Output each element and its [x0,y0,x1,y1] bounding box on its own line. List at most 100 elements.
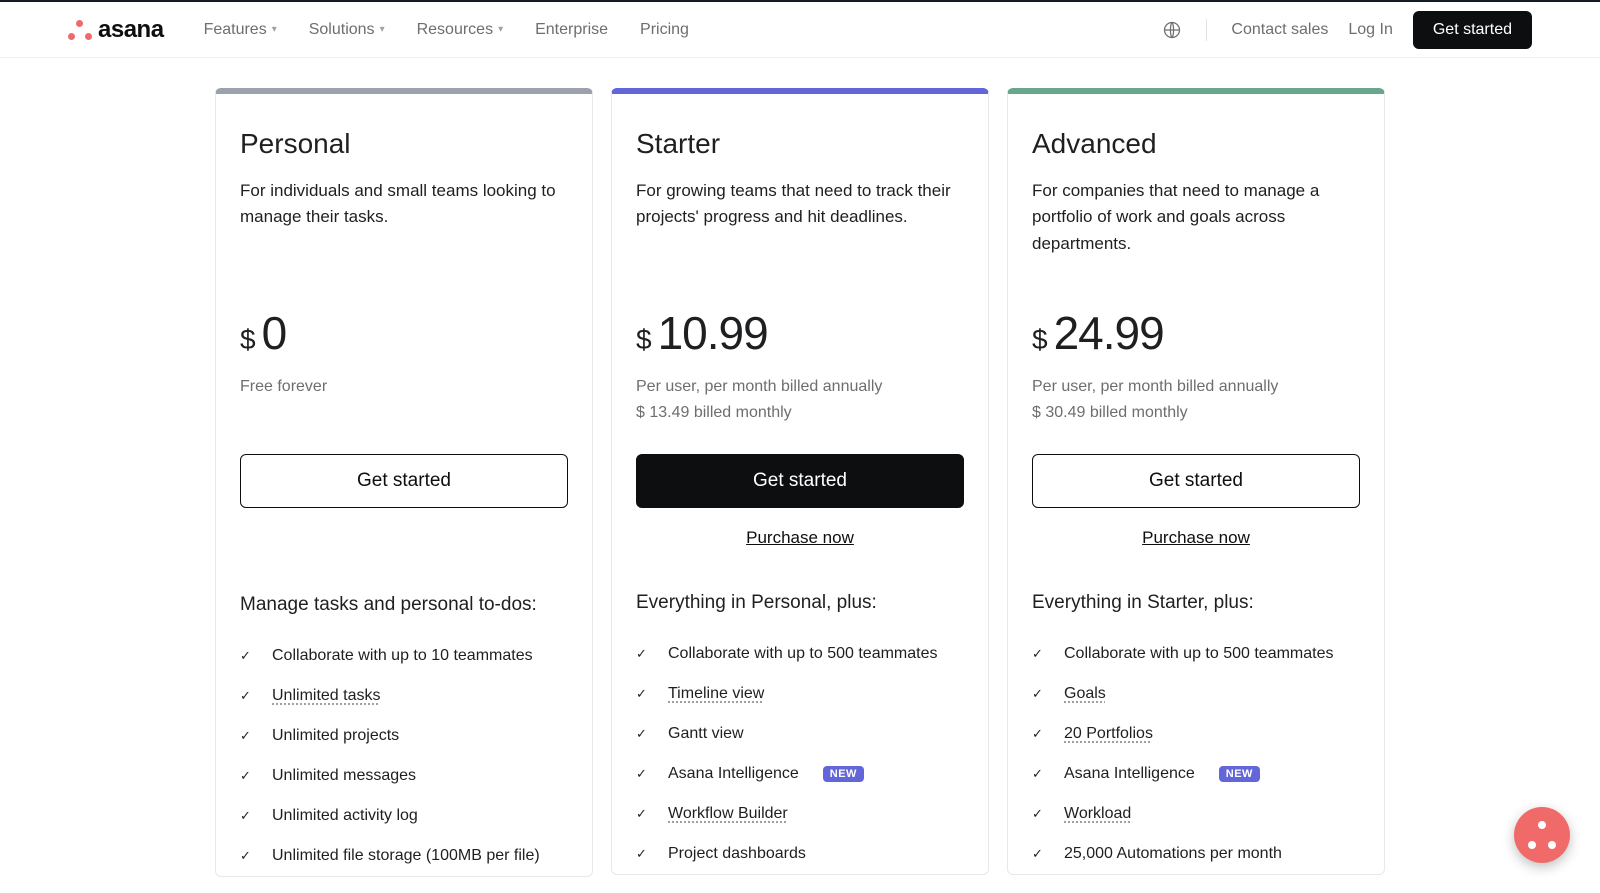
price-note: Per user, per month billed annually $ 30… [1032,374,1360,426]
get-started-nav-button[interactable]: Get started [1413,11,1532,49]
tier-price: $ 24.99 [1032,306,1360,360]
feature-item: ✓Unlimited file storage (100MB per file) [240,836,568,876]
feature-list-advanced: ✓ Collaborate with up to 500 teammates ✓ Go… [1032,634,1360,874]
spacer [240,508,568,550]
price-note-line2: $ 13.49 billed monthly [636,400,964,426]
feature-text: Unlimited messages [272,767,416,785]
feature-text: Collaborate with up to 10 teammates [272,647,533,665]
logo[interactable]: asana [68,16,164,44]
feature-item: ✓Project dashboards [636,834,964,874]
get-started-button-advanced[interactable]: Get started [1032,454,1360,508]
asana-logo-icon [68,18,92,42]
check-icon: ✓ [636,686,650,702]
check-icon: ✓ [1032,766,1046,782]
feature-text: Goals [1064,685,1106,703]
nav-resources[interactable]: Resources ▾ [417,21,504,39]
price-amount: 10.99 [658,306,768,360]
feature-list-starter: ✓ Collaborate with up to 500 teammates ✓ Ti… [636,634,964,874]
check-icon: ✓ [1032,806,1046,822]
currency-symbol: $ [240,324,256,356]
chevron-down-icon: ▾ [380,24,385,35]
price-note: Free forever [240,374,568,426]
feature-item: ✓ Unlimited messages [240,756,568,796]
feature-text: Collaborate with up to 500 teammates [1064,645,1333,663]
login-link[interactable]: Log In [1348,21,1392,39]
check-icon: ✓ [636,806,650,822]
purchase-now-link-starter[interactable]: Purchase now [636,528,964,548]
tier-description: For growing teams that need to track the… [636,178,964,258]
currency-symbol: $ [1032,324,1048,356]
get-started-button-personal[interactable]: Get started [240,454,568,508]
check-icon: ✓ [636,766,650,782]
chevron-down-icon: ▾ [272,24,277,35]
feature-item: ✓Unlimited tasks [240,676,568,716]
help-fab-button[interactable] [1514,807,1570,863]
price-note: Per user, per month billed annually $ 13… [636,374,964,426]
check-icon: ✓ [1032,646,1046,662]
feature-item: ✓ Workflow Builder [636,794,964,834]
tier-price: $ 0 [240,306,568,360]
nav-label: Enterprise [535,21,608,39]
feature-heading: Manage tasks and personal to-dos: [240,594,568,616]
feature-item: ✓Asana IntelligenceNEW [636,754,964,794]
price-note-line2: $ 30.49 billed monthly [1032,400,1360,426]
chevron-down-icon: ▾ [498,24,503,35]
check-icon: ✓ [636,846,650,862]
check-icon: ✓ [240,768,254,784]
nav-label: Pricing [640,21,689,39]
price-amount: 0 [262,306,287,360]
price-note-line1: Per user, per month billed annually [1032,374,1360,400]
new-badge: NEW [823,766,864,782]
tier-price: $ 10.99 [636,306,964,360]
feature-item: ✓Unlimited projects [240,716,568,756]
feature-text: 20 Portfolios [1064,725,1153,743]
feature-text: Workflow Builder [668,805,788,823]
tier-name: Advanced [1032,128,1360,160]
feature-text: Unlimited tasks [272,687,380,705]
check-icon: ✓ [240,848,254,864]
feature-heading: Everything in Starter, plus: [1032,592,1360,614]
price-note-line1: Free forever [240,374,568,400]
nav-links: Features ▾ Solutions ▾ Resources ▾ Enter… [204,21,689,39]
feature-text: Collaborate with up to 500 teammates [668,645,937,663]
feature-text: Unlimited projects [272,727,399,745]
new-badge: NEW [1219,766,1260,782]
tier-card-personal: Personal For individuals and small teams… [215,88,593,877]
check-icon: ✓ [1032,686,1046,702]
feature-text: Timeline view [668,685,764,703]
feature-item: ✓ Goals [1032,674,1360,714]
nav-label: Features [204,21,267,39]
feature-text: Gantt view [668,725,744,743]
feature-item: ✓Asana IntelligenceNEW [1032,754,1360,794]
feature-item: ✓ Collaborate with up to 500 teammates [636,634,964,674]
get-started-button-starter[interactable]: Get started [636,454,964,508]
check-icon: ✓ [1032,726,1046,742]
tier-card-advanced: Advanced For companies that need to mana… [1007,88,1385,875]
feature-item: ✓ Workload [1032,794,1360,834]
feature-item: ✓ 20 Portfolios [1032,714,1360,754]
purchase-now-link-advanced[interactable]: Purchase now [1032,528,1360,548]
check-icon: ✓ [636,646,650,662]
tier-name: Personal [240,128,568,160]
check-icon: ✓ [240,808,254,824]
globe-icon[interactable] [1162,20,1182,40]
contact-sales-link[interactable]: Contact sales [1231,21,1328,39]
nav-label: Resources [417,21,493,39]
nav-solutions[interactable]: Solutions ▾ [309,21,385,39]
feature-heading: Everything in Personal, plus: [636,592,964,614]
check-icon: ✓ [1032,846,1046,862]
logo-text: asana [98,16,164,44]
feature-text: 25,000 Automations per month [1064,845,1282,863]
nav-features[interactable]: Features ▾ [204,21,277,39]
nav-right: Contact sales Log In Get started [1162,11,1532,49]
check-icon: ✓ [636,726,650,742]
nav-enterprise[interactable]: Enterprise [535,21,608,39]
tier-name: Starter [636,128,964,160]
divider [1206,19,1207,41]
feature-text: Workload [1064,805,1131,823]
feature-item: ✓ 25,000 Automations per month [1032,834,1360,874]
currency-symbol: $ [636,324,652,356]
nav-pricing[interactable]: Pricing [640,21,689,39]
feature-text: Unlimited activity log [272,807,418,825]
feature-item: ✓ Unlimited activity log [240,796,568,836]
